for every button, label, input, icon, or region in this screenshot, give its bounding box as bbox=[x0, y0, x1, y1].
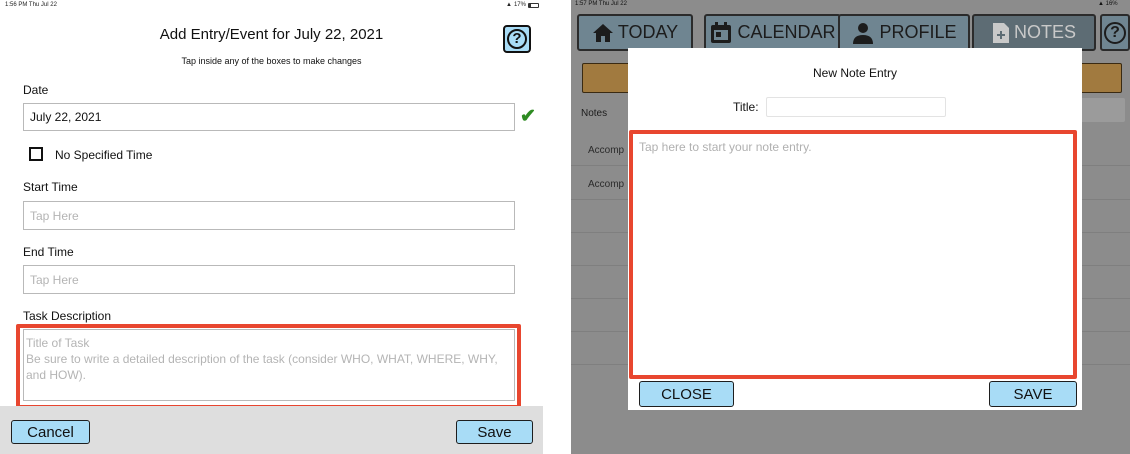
help-icon: ? bbox=[1104, 21, 1126, 44]
tab-calendar[interactable]: CALENDAR bbox=[704, 14, 841, 51]
start-time-placeholder: Tap Here bbox=[30, 208, 79, 223]
save-button[interactable]: SAVE bbox=[989, 381, 1077, 407]
tab-notes[interactable]: NOTES bbox=[972, 14, 1096, 51]
background-list-item: Accomp bbox=[588, 179, 625, 190]
tab-profile-label: PROFILE bbox=[879, 22, 957, 42]
battery-percent: 16% bbox=[1105, 1, 1118, 7]
save-button[interactable]: Save bbox=[456, 420, 533, 444]
new-note-modal: New Note Entry Title: Tap here to start … bbox=[628, 48, 1082, 410]
start-time-field[interactable]: Tap Here bbox=[23, 201, 515, 230]
wifi-icon: ▲ bbox=[506, 2, 512, 8]
date-field[interactable]: July 22, 2021 bbox=[23, 103, 515, 131]
date-label: Date bbox=[23, 83, 49, 97]
note-title-label: Title: bbox=[733, 100, 759, 114]
notes-screen: 1:57 PM Thu Jul 22 ▲ 16% TODAY CALENDAR … bbox=[571, 0, 1130, 454]
task-description-label: Task Description bbox=[23, 309, 112, 323]
tab-today-label: TODAY bbox=[617, 22, 679, 42]
calendar-icon bbox=[711, 21, 732, 43]
tab-notes-label: NOTES bbox=[1013, 22, 1076, 42]
background-notes-label: Notes bbox=[581, 108, 608, 119]
check-icon: ✔ bbox=[520, 106, 536, 127]
page-subtitle: Tap inside any of the boxes to make chan… bbox=[181, 56, 362, 66]
highlight-box bbox=[16, 324, 521, 409]
modal-title: New Note Entry bbox=[812, 66, 898, 80]
help-icon: ? bbox=[507, 29, 527, 49]
help-button[interactable]: ? bbox=[503, 25, 531, 53]
no-time-label: No Specified Time bbox=[55, 148, 153, 162]
page-title: Add Entry/Event for July 22, 2021 bbox=[159, 26, 384, 43]
close-button[interactable]: CLOSE bbox=[639, 381, 734, 407]
help-button[interactable]: ? bbox=[1100, 14, 1130, 51]
no-time-checkbox[interactable] bbox=[29, 147, 43, 161]
wifi-icon: ▲ bbox=[1098, 1, 1104, 7]
tab-today[interactable]: TODAY bbox=[577, 14, 693, 51]
tab-calendar-label: CALENDAR bbox=[737, 22, 836, 42]
note-title-input[interactable] bbox=[766, 97, 946, 117]
status-bar bbox=[571, 0, 1130, 9]
end-time-placeholder: Tap Here bbox=[30, 272, 79, 287]
status-battery: ▲ 17% bbox=[506, 2, 539, 8]
highlight-box bbox=[629, 130, 1077, 379]
date-value: July 22, 2021 bbox=[30, 110, 102, 124]
note-add-icon bbox=[992, 22, 1009, 43]
home-icon bbox=[592, 23, 613, 42]
start-time-label: Start Time bbox=[23, 180, 78, 194]
status-battery: ▲ 16% bbox=[1098, 1, 1118, 7]
battery-percent: 17% bbox=[513, 2, 526, 8]
status-time: 1:56 PM Thu Jul 22 bbox=[5, 2, 57, 8]
person-icon bbox=[853, 22, 874, 44]
background-list-item: Accomp bbox=[588, 145, 625, 156]
end-time-label: End Time bbox=[23, 245, 74, 259]
tab-profile[interactable]: PROFILE bbox=[838, 14, 970, 51]
cancel-button[interactable]: Cancel bbox=[11, 420, 90, 444]
add-entry-screen: 1:56 PM Thu Jul 22 ▲ 17% Add Entry/Event… bbox=[0, 0, 543, 454]
status-time: 1:57 PM Thu Jul 22 bbox=[575, 1, 627, 7]
end-time-field[interactable]: Tap Here bbox=[23, 265, 515, 294]
battery-icon bbox=[527, 2, 539, 8]
